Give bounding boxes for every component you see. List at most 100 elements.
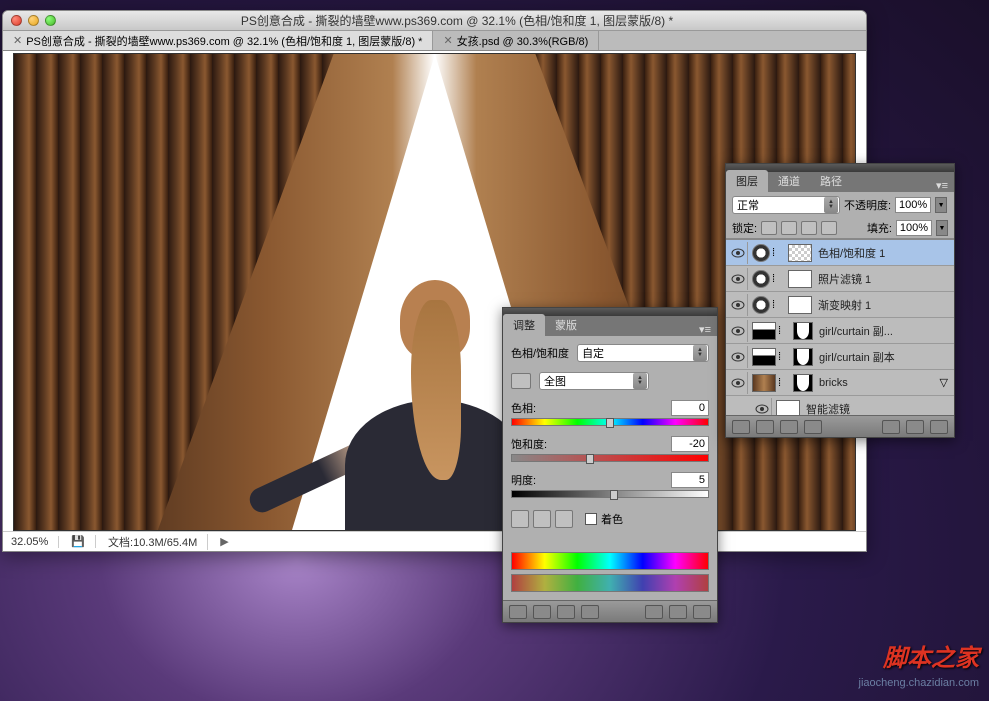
collapse-icon[interactable]: ▽ — [940, 376, 948, 389]
visibility-toggle[interactable] — [728, 346, 748, 368]
range-select[interactable]: 全图 ▲▼ — [539, 372, 649, 390]
layer-name[interactable]: 渐变映射 1 — [818, 297, 952, 313]
panel-menu-icon[interactable]: ▾≡ — [693, 323, 717, 336]
layer-thumbnail[interactable] — [788, 244, 812, 262]
new-group-icon[interactable] — [882, 420, 900, 434]
layer-row[interactable]: ⁞ bricks ▽ — [726, 370, 954, 396]
zoom-icon[interactable] — [45, 15, 56, 26]
layer-thumbnail[interactable] — [788, 296, 812, 314]
layer-name[interactable]: 色相/饱和度 1 — [818, 245, 952, 261]
layer-name[interactable]: bricks — [819, 377, 940, 389]
close-icon[interactable] — [11, 15, 22, 26]
blend-mode-select[interactable]: 正常 ▲▼ — [732, 196, 840, 214]
new-adjustment-icon[interactable] — [804, 420, 822, 434]
hue-slider[interactable] — [511, 418, 709, 426]
opacity-dropdown-icon[interactable]: ▼ — [935, 197, 947, 213]
lightness-slider[interactable] — [511, 490, 709, 498]
layer-name[interactable]: 智能滤镜 — [806, 401, 952, 416]
visibility-toggle[interactable] — [728, 242, 748, 264]
new-layer-icon[interactable] — [906, 420, 924, 434]
tab-layers[interactable]: 图层 — [726, 170, 768, 192]
document-tabbar: ✕ PS创意合成 - 撕裂的墙壁www.ps369.com @ 32.1% (色… — [3, 31, 866, 51]
targeted-adjust-icon[interactable] — [511, 373, 531, 389]
visibility-icon[interactable] — [581, 605, 599, 619]
layer-name[interactable]: girl/curtain 副... — [819, 323, 952, 339]
lightness-input[interactable] — [671, 472, 709, 488]
return-to-list-icon[interactable] — [509, 605, 527, 619]
visibility-toggle[interactable] — [728, 268, 748, 290]
link-icon: ⁞ — [778, 377, 790, 389]
visibility-toggle[interactable] — [728, 320, 748, 342]
document-tab[interactable]: ✕ 女孩.psd @ 30.3%(RGB/8) — [433, 31, 599, 50]
fill-dropdown-icon[interactable]: ▼ — [936, 220, 948, 236]
trash-icon[interactable] — [693, 605, 711, 619]
window-titlebar[interactable]: PS创意合成 - 撕裂的墙壁www.ps369.com @ 32.1% (色相/… — [3, 11, 866, 31]
tab-adjustments[interactable]: 调整 — [503, 314, 545, 336]
lock-transparency-icon[interactable] — [761, 221, 777, 235]
visibility-toggle[interactable] — [728, 372, 748, 394]
layer-row[interactable]: 智能滤镜 — [726, 396, 954, 415]
tab-masks[interactable]: 蒙版 — [545, 314, 587, 336]
layer-name[interactable]: 照片滤镜 1 — [818, 271, 952, 287]
lock-all-icon[interactable] — [821, 221, 837, 235]
tab-close-icon[interactable]: ✕ — [443, 34, 452, 47]
preset-select[interactable]: 自定 ▲▼ — [577, 344, 709, 362]
adjustment-layer-icon — [752, 296, 770, 314]
eyedropper-icon[interactable] — [511, 510, 529, 528]
layers-panel[interactable]: 图层 通道 路径 ▾≡ 正常 ▲▼ 不透明度: 100% ▼ 锁定: 填充: 1… — [725, 163, 955, 438]
layer-thumbnail[interactable] — [752, 322, 776, 340]
layer-mask-thumbnail[interactable] — [793, 348, 813, 366]
tab-paths[interactable]: 路径 — [810, 170, 852, 192]
layer-thumbnail[interactable] — [788, 270, 812, 288]
window-title: PS创意合成 - 撕裂的墙壁www.ps369.com @ 32.1% (色相/… — [56, 12, 858, 29]
slider-thumb-icon[interactable] — [606, 418, 614, 428]
expand-icon[interactable] — [533, 605, 551, 619]
status-arrow-icon[interactable]: ▶ — [220, 535, 228, 548]
layer-fx-icon[interactable] — [756, 420, 774, 434]
adjustments-panel[interactable]: 调整 蒙版 ▾≡ 色相/饱和度 自定 ▲▼ 全图 ▲▼ 色相: — [502, 307, 718, 623]
slider-thumb-icon[interactable] — [610, 490, 618, 500]
layer-row[interactable]: ⁞ 照片滤镜 1 — [726, 266, 954, 292]
colorize-label: 着色 — [601, 511, 623, 527]
lock-position-icon[interactable] — [801, 221, 817, 235]
layer-thumbnail[interactable] — [752, 374, 776, 392]
slider-thumb-icon[interactable] — [586, 454, 594, 464]
hue-input[interactable] — [671, 400, 709, 416]
saturation-slider[interactable] — [511, 454, 709, 462]
minimize-icon[interactable] — [28, 15, 39, 26]
layer-thumbnail[interactable] — [752, 348, 776, 366]
layer-row[interactable]: ⁞ 渐变映射 1 — [726, 292, 954, 318]
colorize-checkbox[interactable] — [585, 513, 597, 525]
visibility-toggle[interactable] — [728, 294, 748, 316]
panel-tabs: 调整 蒙版 ▾≡ — [503, 316, 717, 336]
tab-channels[interactable]: 通道 — [768, 170, 810, 192]
layer-row[interactable]: ⁞ 色相/饱和度 1 — [726, 240, 954, 266]
tab-close-icon[interactable]: ✕ — [13, 34, 22, 47]
link-icon: ⁞ — [772, 247, 784, 259]
saturation-input[interactable] — [671, 436, 709, 452]
link-layers-icon[interactable] — [732, 420, 750, 434]
reset-icon[interactable] — [669, 605, 687, 619]
zoom-level[interactable]: 32.05% — [11, 536, 59, 548]
layers-list: ⁞ 色相/饱和度 1 ⁞ 照片滤镜 1 ⁞ 渐变映射 1 ⁞ girl/curt… — [726, 239, 954, 415]
fill-input[interactable]: 100% — [896, 220, 932, 236]
layer-name[interactable]: girl/curtain 副本 — [819, 349, 952, 365]
layer-mask-thumbnail[interactable] — [793, 374, 813, 392]
eyedropper-add-icon[interactable] — [533, 510, 551, 528]
layer-row[interactable]: ⁞ girl/curtain 副... — [726, 318, 954, 344]
trash-icon[interactable] — [930, 420, 948, 434]
layer-mask-thumbnail[interactable] — [793, 322, 813, 340]
document-tab-active[interactable]: ✕ PS创意合成 - 撕裂的墙壁www.ps369.com @ 32.1% (色… — [3, 31, 433, 50]
smart-filter-thumbnail[interactable] — [776, 400, 800, 416]
opacity-input[interactable]: 100% — [895, 197, 931, 213]
panel-menu-icon[interactable]: ▾≡ — [930, 179, 954, 192]
lock-pixels-icon[interactable] — [781, 221, 797, 235]
previous-state-icon[interactable] — [645, 605, 663, 619]
blend-mode-value: 正常 — [737, 197, 759, 213]
layer-row[interactable]: ⁞ girl/curtain 副本 — [726, 344, 954, 370]
clip-layer-icon[interactable] — [557, 605, 575, 619]
visibility-toggle[interactable] — [752, 398, 772, 416]
adjustment-type-label: 色相/饱和度 — [511, 345, 569, 361]
layer-mask-icon[interactable] — [780, 420, 798, 434]
eyedropper-subtract-icon[interactable] — [555, 510, 573, 528]
